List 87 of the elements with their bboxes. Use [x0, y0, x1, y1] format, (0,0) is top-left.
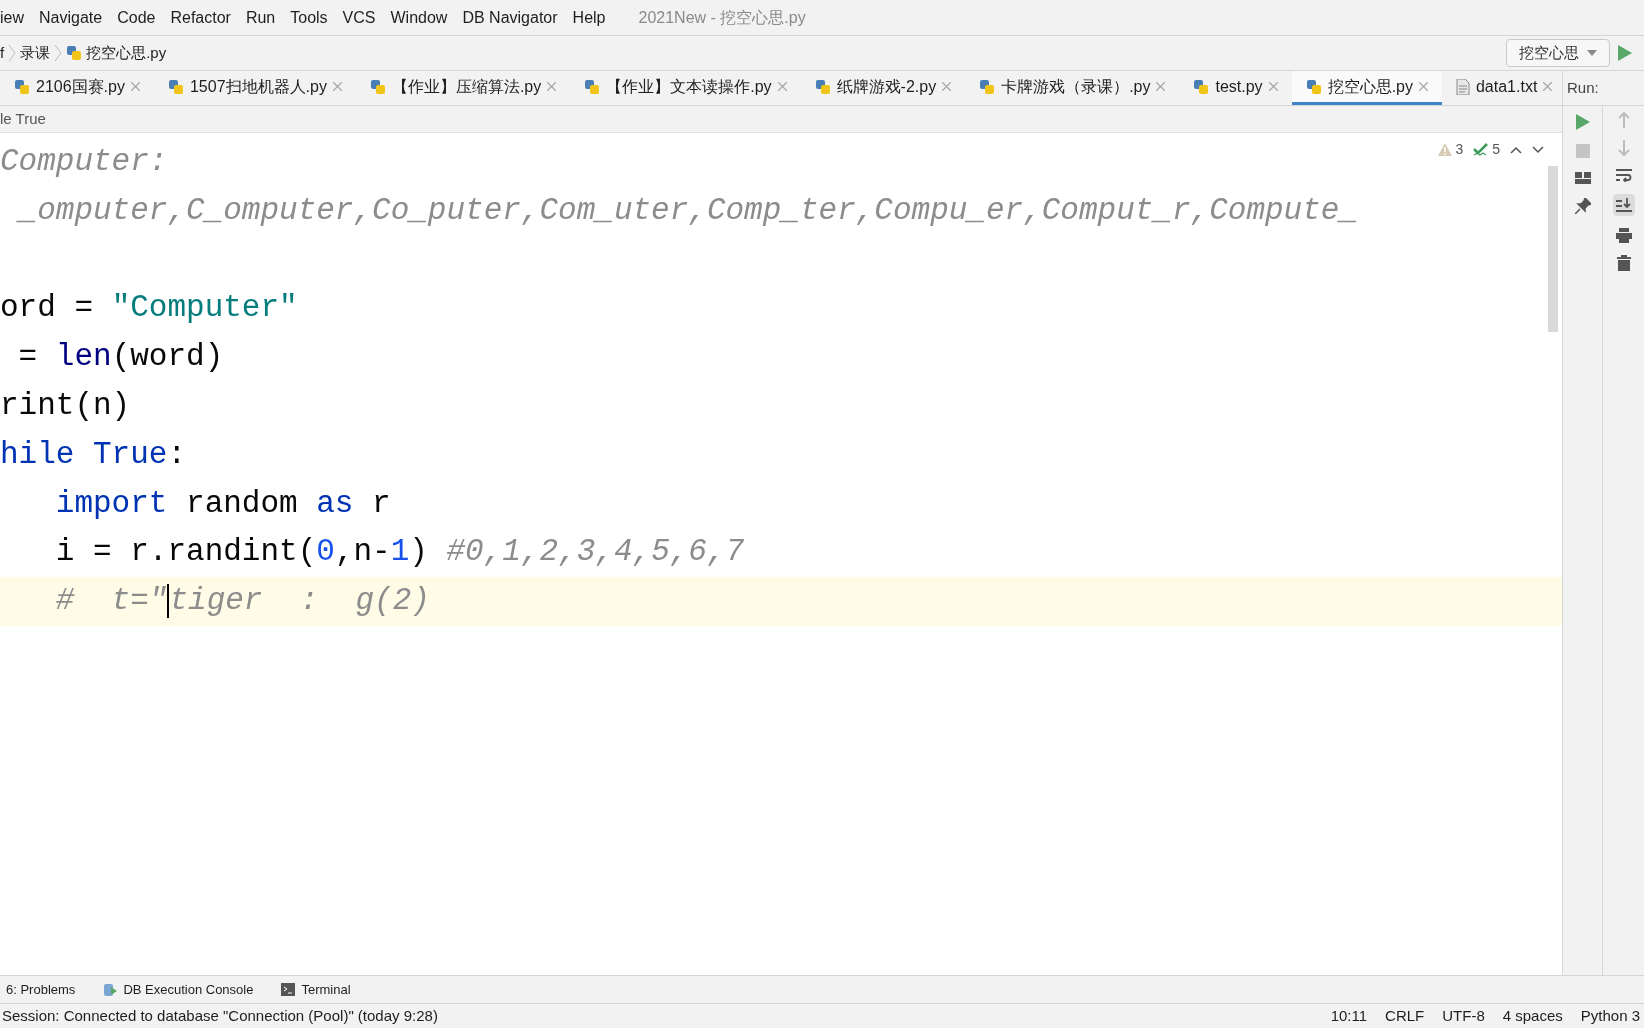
weak-warning-count: 5 [1492, 140, 1500, 159]
chevron-up-icon[interactable] [1510, 145, 1522, 154]
editor-tab[interactable]: 挖空心思.py [1291, 71, 1442, 105]
close-icon[interactable] [547, 82, 557, 91]
status-message: Session: Connected to database "Connection (Pool)" (today 9:28) [2, 1005, 438, 1026]
warning-count: 3 [1455, 140, 1464, 159]
code-line: import random as r [54, 484, 391, 523]
code-line: i = r.randint(0,n-1) #0,1,2,3,4,5,6,7 [54, 533, 745, 572]
editor-tab[interactable]: 纸牌游戏-2.py [800, 71, 966, 105]
editor-tab[interactable]: data1.txt [1441, 71, 1567, 105]
close-icon[interactable] [130, 82, 140, 91]
breadcrumb-item[interactable]: 挖空心思.py [86, 41, 167, 65]
chevron-down-icon[interactable] [1532, 145, 1544, 154]
layout-icon[interactable] [1574, 172, 1591, 184]
text-cursor [167, 584, 170, 618]
code-line: rint(n) [0, 387, 131, 425]
close-icon[interactable] [777, 82, 787, 91]
menu-item[interactable]: Run [245, 5, 276, 30]
chevron-right-icon [54, 44, 63, 62]
editor-tab[interactable]: 【作业】文本读操作.py [570, 71, 801, 105]
database-icon [103, 982, 118, 997]
code-line: hile True: [0, 435, 187, 474]
python-file-icon [1193, 78, 1210, 95]
close-icon[interactable] [1268, 82, 1278, 91]
run-icon[interactable] [1618, 45, 1632, 61]
caret-icon [1587, 50, 1597, 56]
python-file-icon [584, 78, 601, 95]
close-icon[interactable] [1543, 82, 1553, 91]
python-file-icon [167, 78, 184, 95]
run-config-label: 挖空心思 [1519, 42, 1579, 63]
terminal-icon [281, 982, 296, 997]
arrow-up-icon[interactable] [1617, 112, 1630, 128]
tool-window-button[interactable]: Terminal [281, 979, 351, 1000]
warning-icon [1438, 143, 1453, 156]
tool-window-button[interactable]: DB Execution Console [103, 979, 254, 1000]
text-file-icon [1455, 78, 1470, 95]
editor-tab[interactable]: 卡牌游戏（录课）.py [965, 71, 1180, 105]
print-icon[interactable] [1615, 228, 1632, 243]
menu-item[interactable]: DB Navigator [462, 5, 558, 30]
menu-item[interactable]: VCS [342, 5, 376, 30]
menu-item[interactable]: Help [572, 5, 606, 30]
status-item[interactable]: 4 spaces [1502, 1004, 1563, 1028]
code-line: Computer: [0, 143, 168, 181]
scrollbar[interactable] [1548, 166, 1558, 332]
close-icon[interactable] [332, 82, 342, 91]
status-item[interactable]: CRLF [1385, 1004, 1425, 1028]
code-line: _omputer,C_omputer,Co_puter,Com_uter,Comp_ter,Compu_er,Comput_r,Compute_ [15, 191, 1359, 230]
trash-icon[interactable] [1616, 255, 1631, 271]
arrow-down-icon[interactable] [1617, 140, 1630, 156]
menu-item[interactable]: Tools [290, 5, 328, 30]
python-file-icon [66, 45, 83, 61]
menu-item[interactable]: Window [390, 5, 448, 30]
menu-item[interactable]: Code [117, 5, 156, 30]
status-item[interactable]: Python 3 [1580, 1004, 1640, 1028]
breadcrumb-item[interactable]: f [0, 41, 5, 65]
code-line: = len(word) [17, 338, 224, 377]
window-title: 2021New - 挖空心思.py [638, 7, 806, 28]
stop-icon[interactable] [1575, 144, 1590, 158]
close-icon[interactable] [942, 82, 952, 91]
menu-item[interactable]: iew [0, 5, 24, 30]
menu-item[interactable]: Refactor [170, 5, 231, 30]
close-icon[interactable] [1156, 82, 1166, 91]
run-config-dropdown[interactable]: 挖空心思 [1506, 39, 1610, 67]
breadcrumb-item[interactable]: 录课 [20, 41, 51, 65]
python-file-icon [814, 78, 831, 95]
editor-tab[interactable]: 2106国赛.py [0, 71, 154, 105]
status-item[interactable]: 10:11 [1330, 1004, 1368, 1028]
pin-icon[interactable] [1574, 198, 1591, 214]
menu-item[interactable]: Navigate [39, 5, 103, 30]
python-file-icon [369, 78, 386, 95]
python-file-icon [979, 78, 996, 95]
run-icon[interactable] [1575, 114, 1590, 130]
editor-breadcrumb[interactable]: le True [0, 107, 46, 131]
code-line: ord = "Computer" [0, 289, 298, 328]
editor-tab[interactable]: 【作业】压缩算法.py [355, 71, 571, 105]
scroll-to-end-icon[interactable] [1612, 194, 1635, 216]
chevron-right-icon [8, 44, 17, 62]
soft-wrap-icon[interactable] [1615, 168, 1632, 182]
python-file-icon [14, 78, 30, 95]
status-item[interactable]: UTF-8 [1442, 1004, 1485, 1028]
close-icon[interactable] [1418, 82, 1428, 91]
tool-window-button[interactable]: 6: Problems [0, 979, 76, 1000]
editor-tab[interactable]: test.py [1179, 71, 1292, 105]
check-icon [1473, 142, 1490, 157]
run-panel-title: Run: [1567, 77, 1599, 98]
editor-tab[interactable]: 1507扫地机器人.py [153, 71, 356, 105]
python-file-icon [1305, 78, 1322, 95]
